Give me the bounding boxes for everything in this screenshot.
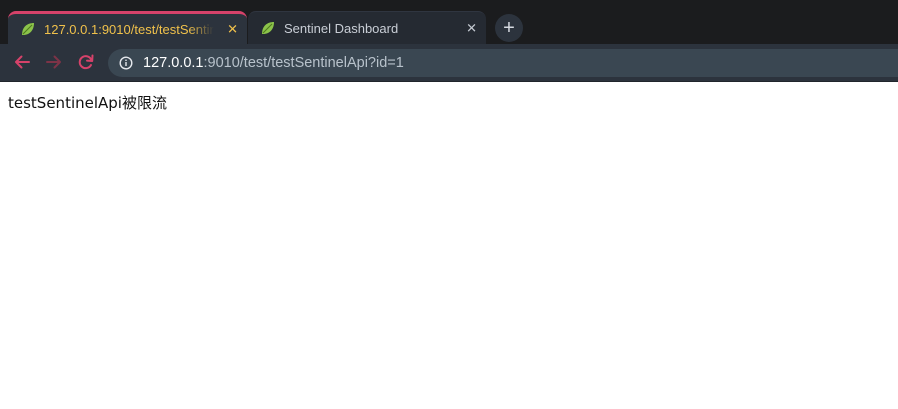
tab-active[interactable]: 127.0.0.1:9010/test/testSentinelApi?id=1… (8, 11, 247, 44)
arrow-left-icon (15, 55, 30, 69)
url-host: 127.0.0.1 (143, 55, 204, 71)
reload-icon (78, 54, 94, 70)
page-content: testSentinelApi被限流 (0, 83, 898, 409)
tab-sentinel-dashboard[interactable]: Sentinel Dashboard ✕ (248, 11, 486, 44)
url-path: :9010/test/testSentinelApi?id=1 (203, 55, 404, 71)
forward-button[interactable] (42, 50, 66, 74)
tab-title: 127.0.0.1:9010/test/testSentinelApi?id=1 (44, 21, 214, 37)
leaf-icon (260, 20, 276, 36)
address-bar[interactable]: 127.0.0.1:9010/test/testSentinelApi?id=1 (108, 49, 898, 77)
leaf-icon (20, 21, 36, 37)
close-icon[interactable]: ✕ (466, 22, 477, 35)
tab-title: Sentinel Dashboard (284, 20, 399, 36)
url-text: 127.0.0.1:9010/test/testSentinelApi?id=1 (143, 55, 404, 71)
arrow-right-icon (46, 55, 61, 69)
back-button[interactable] (10, 50, 34, 74)
close-icon[interactable]: ✕ (227, 23, 238, 36)
reload-button[interactable] (74, 50, 98, 74)
new-tab-button[interactable]: + (495, 14, 523, 42)
info-icon[interactable] (119, 56, 133, 70)
tab-strip: 127.0.0.1:9010/test/testSentinelApi?id=1… (0, 0, 898, 44)
browser-toolbar: 127.0.0.1:9010/test/testSentinelApi?id=1 (0, 44, 898, 82)
page-message: testSentinelApi被限流 (8, 94, 167, 112)
plus-icon: + (503, 17, 515, 39)
